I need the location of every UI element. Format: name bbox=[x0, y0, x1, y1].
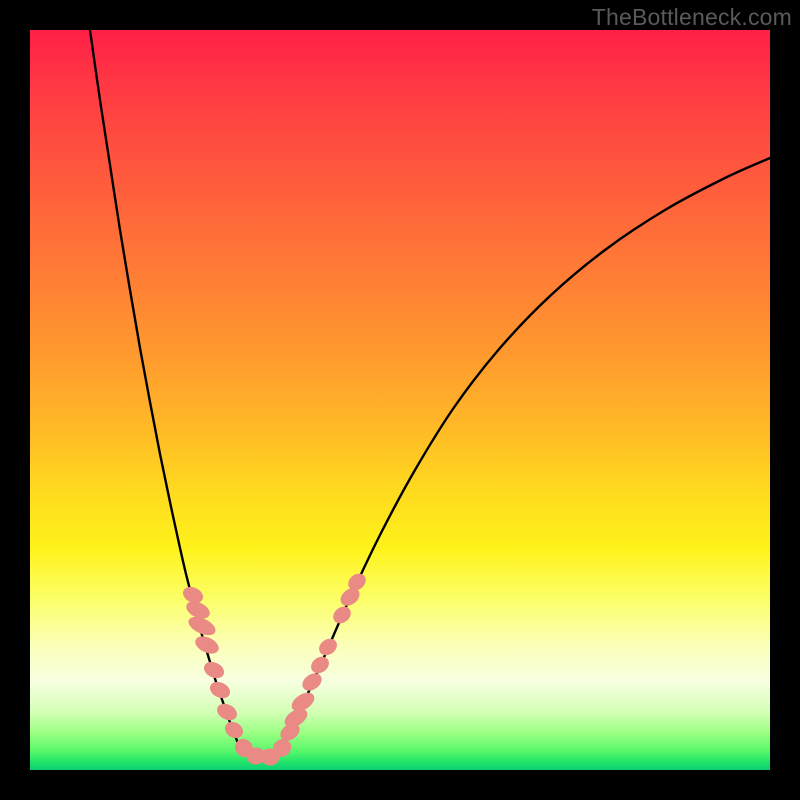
data-marker bbox=[317, 636, 340, 658]
data-marker bbox=[309, 654, 332, 676]
data-marker bbox=[202, 659, 226, 680]
bottleneck-curve bbox=[90, 30, 770, 759]
data-marker bbox=[215, 701, 239, 723]
data-marker bbox=[208, 679, 232, 700]
marker-group bbox=[181, 571, 368, 767]
plot-area bbox=[30, 30, 770, 770]
chart-frame: TheBottleneck.com bbox=[0, 0, 800, 800]
watermark-text: TheBottleneck.com bbox=[592, 4, 792, 31]
data-marker bbox=[331, 604, 354, 626]
curve-svg bbox=[30, 30, 770, 770]
curve-group bbox=[90, 30, 770, 759]
data-marker bbox=[300, 671, 324, 694]
data-marker bbox=[193, 634, 221, 657]
data-marker bbox=[223, 719, 246, 740]
